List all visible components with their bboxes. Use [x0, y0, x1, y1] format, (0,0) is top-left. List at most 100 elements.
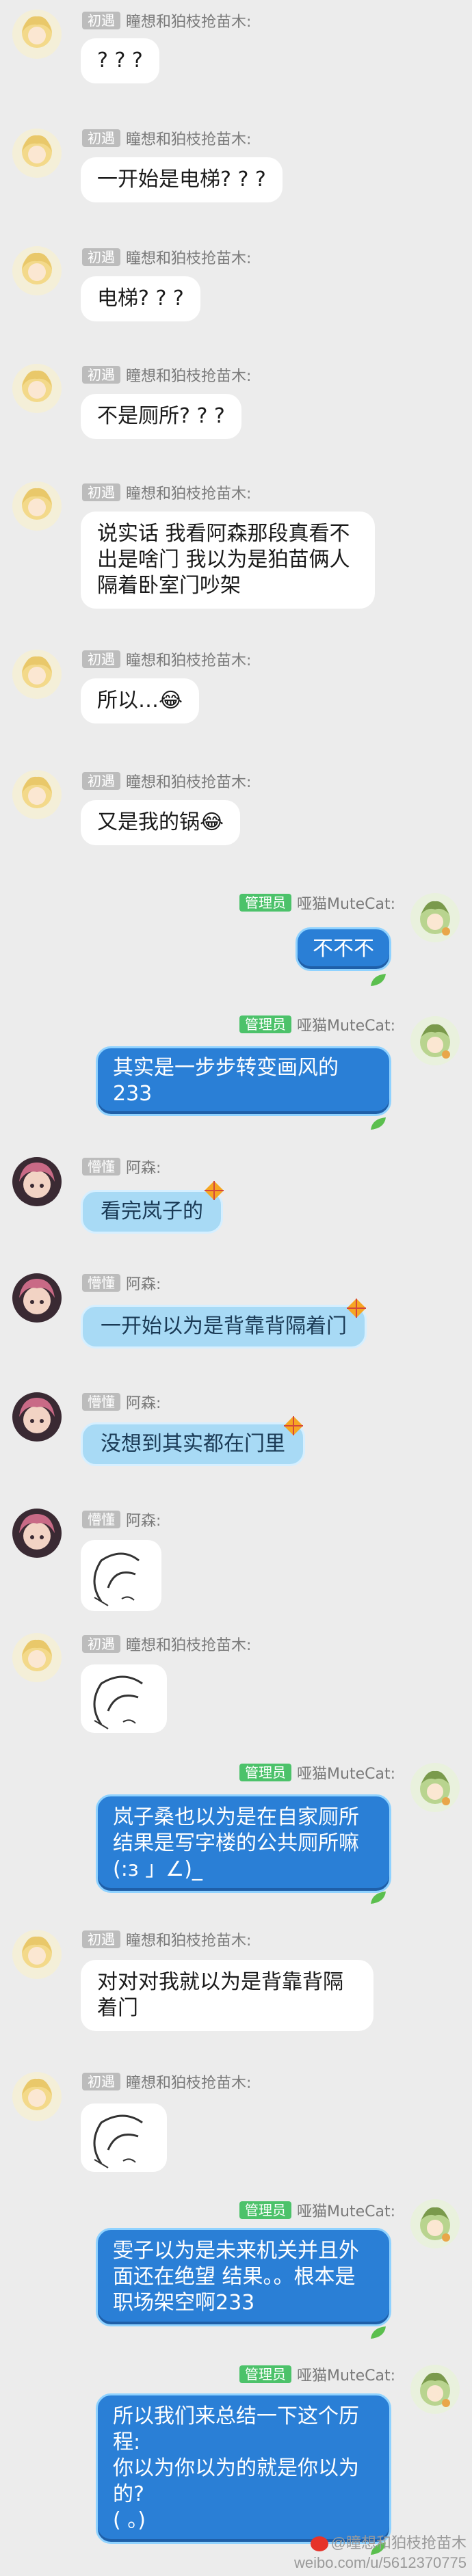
sender-line: 懵懂 阿森:: [77, 1391, 161, 1413]
sender-name[interactable]: 瞳想和狛枝抢苗木:: [126, 648, 251, 670]
member-badge: 初遇: [82, 2073, 120, 2090]
kite-decoration-icon: [347, 1299, 366, 1318]
message-bubble[interactable]: 对对对我就以为是背靠背隔 着门: [81, 1960, 373, 2031]
newbie-badge: 懵懂: [82, 1158, 120, 1176]
sender-name[interactable]: 瞳想和狛枝抢苗木:: [126, 2071, 251, 2093]
member-badge: 初遇: [82, 1930, 120, 1948]
sender-name[interactable]: 哑猫MuteCat:: [297, 1762, 395, 1783]
message-bubble[interactable]: 不是厕所? ? ?: [81, 394, 241, 439]
avatar[interactable]: [12, 481, 62, 531]
message-bubble[interactable]: 雯子以为是未来机关并且外 面还在绝望 结果。。根本是 职场架空啊233: [96, 2228, 391, 2326]
message-line: 其实是一步步转变画风的: [113, 1056, 339, 1080]
member-badge: 初遇: [82, 772, 120, 790]
sticker-image[interactable]: [81, 1540, 161, 1611]
member-badge: 初遇: [82, 12, 120, 29]
avatar[interactable]: [12, 770, 62, 819]
sender-line: 初遇 瞳想和狛枝抢苗木:: [77, 481, 251, 503]
avatar[interactable]: [12, 1157, 62, 1206]
avatar[interactable]: [410, 2199, 460, 2248]
sender-name[interactable]: 阿森:: [126, 1391, 161, 1413]
admin-badge: 管理员: [239, 2365, 292, 2383]
admin-badge: 管理员: [239, 1015, 292, 1033]
avatar[interactable]: [12, 129, 62, 178]
message-bubble[interactable]: 不不不: [296, 927, 391, 971]
message-text: 一开始以为是背靠背隔着门: [101, 1314, 347, 1338]
sender-line: 初遇 瞳想和狛枝抢苗木:: [77, 2071, 251, 2093]
sender-name[interactable]: 瞳想和狛枝抢苗木:: [126, 1633, 251, 1655]
message-bubble[interactable]: 看完岚子的: [81, 1190, 223, 1234]
sender-name[interactable]: 瞳想和狛枝抢苗木:: [126, 127, 251, 149]
sticker-image[interactable]: [81, 1664, 167, 1733]
message-bubble[interactable]: 又是我的锅😂: [81, 800, 241, 845]
sender-line: 懵懂 阿森:: [77, 1156, 161, 1178]
message-line: (:з 」∠)_: [113, 1857, 202, 1881]
sender-line: 管理员 哑猫MuteCat:: [234, 2201, 395, 2220]
message-bubble[interactable]: 电梯? ? ?: [81, 276, 200, 321]
avatar[interactable]: [12, 650, 62, 699]
message-bubble[interactable]: 一开始以为是背靠背隔着门: [81, 1305, 367, 1349]
message-bubble[interactable]: 所以我们来总结一下这个历 程: 你以为你以为的就是你以为 的? ( 。): [96, 2393, 391, 2544]
watermark-url: weibo.com/u/5612370775: [294, 2554, 467, 2571]
newbie-badge: 懵懂: [82, 1274, 120, 1292]
member-badge: 初遇: [82, 650, 120, 668]
newbie-badge: 懵懂: [82, 1393, 120, 1411]
message-line: 对对对我就以为是背靠背隔: [97, 1970, 343, 1994]
avatar[interactable]: [12, 1273, 62, 1323]
avatar[interactable]: [12, 2072, 62, 2121]
sender-name[interactable]: 阿森:: [126, 1509, 161, 1530]
message-bubble[interactable]: 其实是一步步转变画风的 233: [96, 1046, 391, 1116]
sender-name[interactable]: 哑猫MuteCat:: [297, 1013, 395, 1035]
message-bubble[interactable]: ? ? ?: [81, 38, 159, 83]
avatar[interactable]: [410, 893, 460, 942]
avatar[interactable]: [410, 2365, 460, 2414]
avatar[interactable]: [12, 1930, 62, 1979]
message-text: ? ? ?: [97, 49, 143, 72]
sender-line: 初遇 瞳想和狛枝抢苗木:: [77, 650, 251, 669]
sender-name[interactable]: 瞳想和狛枝抢苗木:: [126, 481, 251, 503]
admin-badge: 管理员: [239, 1764, 292, 1781]
member-badge: 初遇: [82, 129, 120, 147]
message-line: 隔着卧室门吵架: [97, 574, 241, 598]
sender-name[interactable]: 哑猫MuteCat:: [297, 892, 395, 914]
sender-name[interactable]: 哑猫MuteCat:: [297, 2199, 395, 2221]
sender-name[interactable]: 瞳想和狛枝抢苗木:: [126, 364, 251, 386]
sender-name[interactable]: 瞳想和狛枝抢苗木:: [126, 770, 251, 792]
sender-line: 懵懂 阿森:: [77, 1509, 161, 1530]
message-bubble[interactable]: 所以…😂: [81, 678, 200, 723]
avatar[interactable]: [12, 10, 62, 59]
message-line: 的?: [113, 2482, 144, 2506]
sender-name[interactable]: 阿森:: [126, 1272, 161, 1294]
avatar[interactable]: [410, 1016, 460, 1065]
kite-decoration-icon: [205, 1181, 224, 1200]
sticker-image[interactable]: [81, 2103, 167, 2172]
sender-line: 管理员 哑猫MuteCat:: [234, 1013, 395, 1035]
avatar[interactable]: [410, 1763, 460, 1812]
message-text: 看完岚子的: [101, 1199, 203, 1223]
kite-decoration-icon: [284, 1416, 303, 1435]
sender-name[interactable]: 瞳想和狛枝抢苗木:: [126, 1928, 251, 1950]
avatar[interactable]: [12, 1633, 62, 1682]
message-bubble[interactable]: 一开始是电梯? ? ?: [81, 157, 283, 202]
leaf-decoration-icon: [371, 1117, 386, 1130]
leaf-decoration-icon: [371, 2326, 386, 2339]
avatar[interactable]: [12, 246, 62, 295]
avatar[interactable]: [12, 1392, 62, 1442]
sender-name[interactable]: 阿森:: [126, 1156, 161, 1178]
avatar[interactable]: [12, 364, 62, 413]
message-text: 不是厕所? ? ?: [97, 404, 225, 428]
message-line: 职场架空啊233: [113, 2291, 255, 2315]
avatar[interactable]: [12, 1509, 62, 1558]
member-badge: 初遇: [82, 248, 120, 266]
message-bubble[interactable]: 没想到其实都在门里: [81, 1422, 305, 1466]
message-bubble[interactable]: 岚子桑也以为是在自家厕所 结果是写字楼的公共厕所嘛 (:з 」∠)_: [96, 1794, 391, 1893]
message-bubble[interactable]: 说实话 我看阿森那段真看不 出是啥门 我以为是狛苗俩人 隔着卧室门吵架: [81, 512, 375, 609]
sender-name[interactable]: 瞳想和狛枝抢苗木:: [126, 10, 251, 31]
message-line: 岚子桑也以为是在自家厕所: [113, 1805, 359, 1829]
watermark: @瞳想和狛枝抢苗木: [310, 2531, 467, 2553]
sender-line: 初遇 瞳想和狛枝抢苗木:: [77, 1634, 251, 1654]
sender-line: 管理员 哑猫MuteCat:: [234, 1762, 395, 1783]
sender-name[interactable]: 哑猫MuteCat:: [297, 2363, 395, 2385]
sender-name[interactable]: 瞳想和狛枝抢苗木:: [126, 246, 251, 268]
newbie-badge: 懵懂: [82, 1511, 120, 1528]
message-line: 说实话 我看阿森那段真看不: [97, 522, 350, 546]
